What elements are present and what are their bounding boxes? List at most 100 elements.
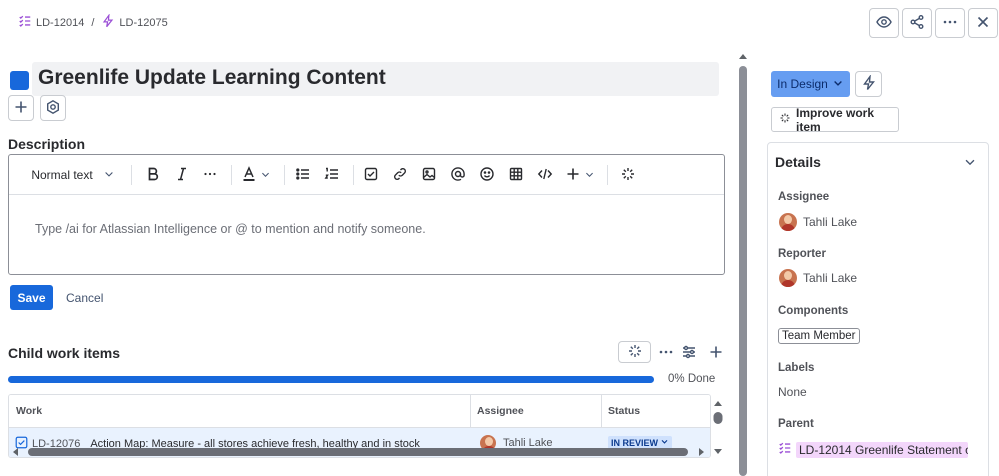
child-items-more-button[interactable] [657,344,675,362]
parent-label: Parent [778,418,814,430]
details-heading[interactable]: Details [775,154,821,170]
code-icon [537,166,553,185]
watch-button[interactable] [869,8,899,38]
table-header: Work Assignee Status [9,395,710,428]
avatar [779,213,797,231]
link-button[interactable] [390,165,410,185]
main-vertical-scrollbar[interactable] [738,52,748,476]
reporter-name: Tahli Lake [803,271,858,285]
assignee-field[interactable]: Tahli Lake [779,213,857,231]
bullet-list-icon [295,166,311,185]
breadcrumb-parent-link[interactable]: LD-12014 [36,17,84,29]
image-icon [421,166,437,185]
cancel-button[interactable]: Cancel [60,285,109,310]
breadcrumb-current-link[interactable]: LD-12075 [119,17,167,29]
component-tag[interactable]: Team Member [778,328,860,344]
labels-field[interactable]: None [778,385,807,399]
editor-toolbar: Normal text [9,155,724,195]
add-child-button[interactable] [707,344,725,362]
toolbar-divider [607,165,608,185]
labels-label: Labels [778,362,815,374]
italic-button[interactable] [172,165,192,185]
plus-icon [13,99,29,118]
description-placeholder: Type /ai for Atlassian Intelligence or @… [35,222,426,236]
chevron-down-icon [584,168,595,183]
checkbox-icon [363,166,379,185]
description-editor[interactable]: Normal text Type /ai for Atlassian Intel… [8,154,725,275]
lightning-icon [861,73,877,94]
automation-button[interactable] [855,71,882,97]
progress-label: 0% Done [668,373,716,385]
subtask-list-icon [18,14,32,31]
add-button[interactable] [8,95,34,121]
share-icon [909,14,925,33]
apps-button[interactable] [40,95,66,121]
plus-icon [565,166,581,185]
improve-work-item-label: Improve work item [796,105,875,134]
ai-sparkle-icon [627,343,643,362]
breadcrumb: LD-12014 / LD-12075 [18,13,168,31]
child-items-heading: Child work items [8,345,121,361]
chevron-down-icon [963,157,977,172]
text-style-dropdown[interactable]: Normal text [27,165,119,185]
italic-icon [174,166,190,185]
description-heading: Description [8,136,86,152]
image-button[interactable] [419,165,439,185]
close-button[interactable] [968,8,998,38]
ai-suggest-button[interactable] [618,341,651,363]
chevron-down-icon [260,168,271,183]
issue-title[interactable]: Greenlife Update Learning Content [38,66,386,90]
components-label: Components [778,305,849,317]
save-button[interactable]: Save [10,285,53,310]
status-dropdown[interactable]: In Design [771,71,850,97]
emoji-icon [479,166,495,185]
parent-field[interactable]: LD-12014 Greenlife Statement of I [778,441,968,458]
components-field[interactable]: Team Member [778,328,860,344]
assignee-label: Assignee [778,191,830,203]
subtask-list-icon [778,441,792,458]
ai-button[interactable] [618,165,638,185]
eye-icon [876,14,892,33]
link-icon [392,166,408,185]
toolbar-divider [284,165,285,185]
reporter-label: Reporter [778,248,826,260]
text-color-icon [241,165,257,185]
action-item-button[interactable] [361,165,381,185]
table-vertical-scrollbar[interactable] [711,397,725,458]
bold-button[interactable] [143,165,163,185]
table-icon [508,166,524,185]
numbered-list-button[interactable] [322,165,342,185]
numbered-list-icon [324,166,340,185]
filter-sliders-icon [681,344,697,363]
bullet-list-button[interactable] [293,165,313,185]
filter-button[interactable] [680,344,698,362]
column-header-work[interactable]: Work [16,405,42,417]
column-header-status[interactable]: Status [608,405,640,417]
more-formatting-button[interactable] [200,165,220,185]
code-button[interactable] [535,165,555,185]
progress-bar-fill [8,376,654,383]
table-horizontal-scrollbar[interactable] [8,445,711,459]
bold-icon [145,166,161,185]
improve-work-item-button[interactable]: Improve work item [771,105,899,134]
progress-bar [8,376,654,383]
column-header-assignee[interactable]: Assignee [477,405,524,417]
toolbar-divider [231,165,232,185]
more-actions-button[interactable] [935,8,965,38]
ai-sparkle-icon [620,166,636,185]
parent-link[interactable]: LD-12014 Greenlife Statement of I [796,441,968,458]
share-button[interactable] [902,8,932,38]
mention-button[interactable] [448,165,468,185]
insert-menu-button[interactable] [565,165,595,185]
text-color-button[interactable] [241,165,271,185]
issue-type-icon[interactable] [10,71,29,90]
assignee-name: Tahli Lake [803,215,858,229]
reporter-field[interactable]: Tahli Lake [779,269,857,287]
emoji-button[interactable] [477,165,497,185]
ai-sparkle-icon [779,112,791,127]
table-button[interactable] [506,165,526,185]
details-collapse-button[interactable] [963,155,977,169]
lightning-icon [101,13,115,31]
apps-icon [45,99,61,118]
status-label: In Design [777,77,828,91]
